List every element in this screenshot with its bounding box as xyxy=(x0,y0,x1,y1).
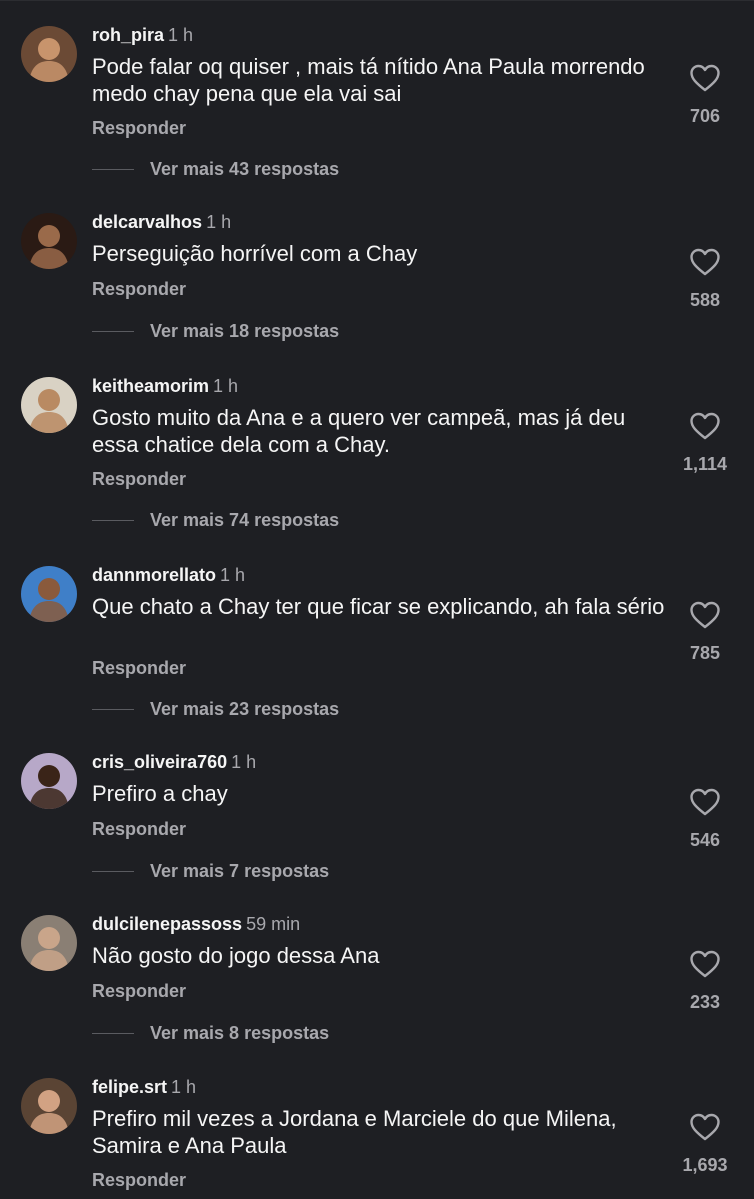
username[interactable]: delcarvalhos xyxy=(92,212,202,232)
heart-outline-icon[interactable] xyxy=(689,949,721,979)
reply-button[interactable]: Responder xyxy=(92,117,186,139)
view-more-replies-label: Ver mais 7 respostas xyxy=(150,861,330,881)
username[interactable]: dulcilenepassoss xyxy=(92,914,242,934)
view-more-replies[interactable]: Ver mais 7 respostas xyxy=(92,860,329,882)
like-column: 1,114 xyxy=(675,411,735,475)
heart-outline-icon[interactable] xyxy=(689,1112,721,1142)
comment-header: dulcilenepassoss 59 min xyxy=(92,912,300,936)
comment-header: delcarvalhos 1 h xyxy=(92,210,231,234)
avatar[interactable] xyxy=(21,753,77,809)
username[interactable]: roh_pira xyxy=(92,25,164,45)
reply-button[interactable]: Responder xyxy=(92,1169,186,1191)
timestamp: 1 h xyxy=(171,1077,197,1097)
view-more-replies[interactable]: Ver mais 43 respostas xyxy=(92,158,339,180)
view-more-replies-label: Ver mais 43 respostas xyxy=(150,159,340,179)
view-more-replies[interactable]: Ver mais 23 respostas xyxy=(92,698,339,720)
comment-header: felipe.srt 1 h xyxy=(92,1075,196,1099)
like-column: 706 xyxy=(675,63,735,127)
like-count: 233 xyxy=(689,992,721,1012)
reply-button[interactable]: Responder xyxy=(92,468,186,490)
reply-button[interactable]: Responder xyxy=(92,980,186,1002)
like-column: 588 xyxy=(675,247,735,311)
view-more-replies[interactable]: Ver mais 18 respostas xyxy=(92,320,339,342)
username[interactable]: dannmorellato xyxy=(92,565,216,585)
username[interactable]: felipe.srt xyxy=(92,1077,167,1097)
avatar[interactable] xyxy=(21,213,77,269)
comment-header: keitheamorim 1 h xyxy=(92,374,238,398)
comment-text: Prefiro a chay xyxy=(92,781,228,806)
comment-header: roh_pira 1 h xyxy=(92,23,193,47)
view-more-replies[interactable]: Ver mais 8 respostas xyxy=(92,1022,329,1044)
comment-text: Não gosto do jogo dessa Ana xyxy=(92,943,380,968)
avatar[interactable] xyxy=(21,26,77,82)
view-more-replies-label: Ver mais 18 respostas xyxy=(150,321,340,341)
heart-outline-icon[interactable] xyxy=(689,411,721,441)
reply-button[interactable]: Responder xyxy=(92,818,186,840)
replies-divider-line xyxy=(92,708,134,710)
like-column: 233 xyxy=(675,949,735,1013)
comment-text: Gosto muito da Ana e a quero ver campeã,… xyxy=(92,405,626,457)
like-column: 785 xyxy=(675,600,735,664)
comment-text: Prefiro mil vezes a Jordana e Marciele d… xyxy=(92,1106,617,1158)
like-count: 588 xyxy=(689,290,721,310)
avatar[interactable] xyxy=(21,915,77,971)
avatar[interactable] xyxy=(21,377,77,433)
timestamp: 1 h xyxy=(220,565,246,585)
comment-header: dannmorellato 1 h xyxy=(92,563,245,587)
username[interactable]: keitheamorim xyxy=(92,376,209,396)
timestamp: 1 h xyxy=(206,212,232,232)
reply-button[interactable]: Responder xyxy=(92,657,186,679)
timestamp: 59 min xyxy=(246,914,301,934)
heart-outline-icon[interactable] xyxy=(689,63,721,93)
timestamp: 1 h xyxy=(231,752,257,772)
avatar[interactable] xyxy=(21,1078,77,1134)
comment-text: Que chato a Chay ter que ficar se explic… xyxy=(92,594,665,619)
comment-header: cris_oliveira760 1 h xyxy=(92,750,256,774)
like-count: 706 xyxy=(689,106,721,126)
view-more-replies[interactable]: Ver mais 74 respostas xyxy=(92,509,339,531)
like-count: 785 xyxy=(689,643,721,663)
replies-divider-line xyxy=(92,870,134,872)
view-more-replies-label: Ver mais 8 respostas xyxy=(150,1023,330,1043)
heart-outline-icon[interactable] xyxy=(689,600,721,630)
like-count: 1,693 xyxy=(682,1155,728,1175)
like-count: 1,114 xyxy=(682,454,728,474)
comment-text: Pode falar oq quiser , mais tá nítido An… xyxy=(92,54,645,106)
heart-outline-icon[interactable] xyxy=(689,247,721,277)
avatar[interactable] xyxy=(21,566,77,622)
view-more-replies-label: Ver mais 74 respostas xyxy=(150,510,340,530)
replies-divider-line xyxy=(92,168,134,170)
replies-divider-line xyxy=(92,519,134,521)
replies-divider-line xyxy=(92,1032,134,1034)
heart-outline-icon[interactable] xyxy=(689,787,721,817)
like-count: 546 xyxy=(689,830,721,850)
reply-button[interactable]: Responder xyxy=(92,278,186,300)
view-more-replies-label: Ver mais 23 respostas xyxy=(150,699,340,719)
comment-text: Perseguição horrível com a Chay xyxy=(92,241,418,266)
top-divider xyxy=(0,0,754,1)
timestamp: 1 h xyxy=(213,376,239,396)
timestamp: 1 h xyxy=(168,25,194,45)
like-column: 1,693 xyxy=(675,1112,735,1176)
username[interactable]: cris_oliveira760 xyxy=(92,752,227,772)
replies-divider-line xyxy=(92,330,134,332)
like-column: 546 xyxy=(675,787,735,851)
